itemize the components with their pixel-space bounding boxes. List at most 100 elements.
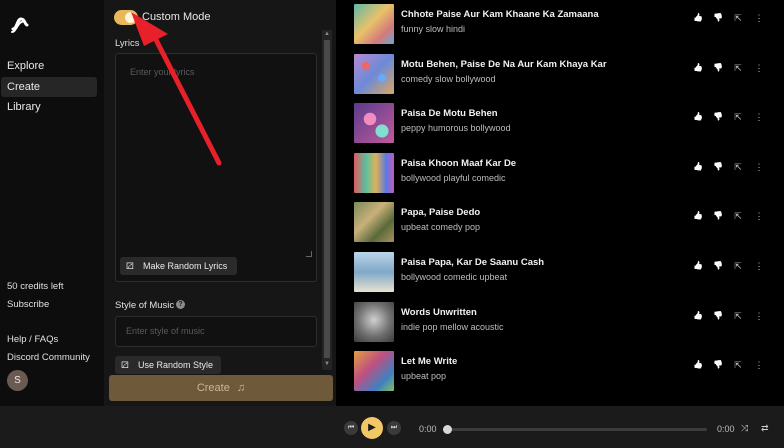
next-track-icon[interactable]: ⏭ [387, 421, 401, 435]
help-faqs-link[interactable]: Help / FAQs [7, 333, 58, 347]
song-title[interactable]: Paisa Khoon Maaf Kar De [401, 158, 516, 169]
song-title[interactable]: Chhote Paise Aur Kam Khaane Ka Zamaana [401, 9, 599, 20]
list-item[interactable]: Words Unwritten indie pop mellow acoustic… [354, 301, 784, 342]
subscribe-link[interactable]: Subscribe [7, 298, 49, 312]
list-item[interactable]: Chhote Paise Aur Kam Khaane Ka Zamaana fu… [354, 4, 784, 44]
list-item[interactable]: Let Me Write upbeat pop 👍 👎 ⇱ ⋮ [354, 351, 784, 392]
list-item[interactable]: Paisa Papa, Kar De Saanu Cash bollywood c… [354, 252, 784, 292]
more-icon[interactable]: ⋮ [753, 310, 765, 322]
thumbs-up-icon[interactable]: 👍 [692, 62, 704, 74]
lyrics-textarea[interactable]: Enter your lyrics [115, 53, 317, 282]
thumbs-down-icon[interactable]: 👎 [712, 359, 724, 371]
share-icon[interactable]: ⇱ [732, 62, 744, 74]
list-item[interactable]: Paisa Khoon Maaf Kar De bollywood playful… [354, 152, 784, 193]
song-title[interactable]: Paisa De Motu Behen [401, 108, 498, 119]
thumbs-down-icon[interactable]: 👎 [712, 12, 724, 24]
share-icon[interactable]: ⇱ [732, 359, 744, 371]
thumbs-down-icon[interactable]: 👎 [712, 260, 724, 272]
progress-knob[interactable] [443, 425, 452, 434]
thumbs-up-icon[interactable]: 👍 [692, 12, 704, 24]
more-icon[interactable]: ⋮ [753, 111, 765, 123]
thumbs-up-icon[interactable]: 👍 [692, 210, 704, 222]
thumbs-down-icon[interactable]: 👎 [712, 111, 724, 123]
shuffle-icon[interactable]: ⤨ [741, 423, 748, 434]
style-of-music-input[interactable]: Enter style of music [115, 316, 317, 347]
share-icon[interactable]: ⇱ [732, 210, 744, 222]
more-icon[interactable]: ⋮ [753, 161, 765, 173]
nav-item-library[interactable]: Library [1, 97, 97, 117]
repeat-icon[interactable]: ⇄ [761, 423, 769, 434]
style-of-music-label: Style of Music [115, 300, 175, 311]
more-icon[interactable]: ⋮ [753, 359, 765, 371]
previous-track-icon[interactable]: ⏮ [344, 421, 358, 435]
list-item[interactable]: Papa, Paise Dedo upbeat comedy pop 👍 👎 ⇱ ⋮ [354, 202, 784, 243]
song-cover-image[interactable] [354, 351, 394, 392]
more-icon[interactable]: ⋮ [753, 210, 765, 222]
song-title[interactable]: Let Me Write [401, 356, 457, 367]
song-cover-image[interactable] [354, 152, 394, 193]
thumbs-up-icon[interactable]: 👍 [692, 161, 704, 173]
thumbs-up-icon[interactable]: 👍 [692, 310, 704, 322]
share-icon[interactable]: ⇱ [732, 111, 744, 123]
nav-item-create[interactable]: Create [1, 77, 97, 97]
progress-bar[interactable] [447, 428, 707, 431]
song-tags: bollywood playful comedic [401, 172, 506, 183]
duration: 0:00 [717, 424, 735, 434]
song-title[interactable]: Words Unwritten [401, 307, 477, 318]
credits-remaining: 50 credits left [7, 281, 64, 292]
song-cover-image[interactable] [354, 103, 394, 144]
music-note-icon: ♫ [236, 382, 246, 394]
song-tags: funny slow hindi [401, 24, 466, 34]
share-icon[interactable]: ⇱ [732, 260, 744, 272]
use-random-style-label: Use Random Style [138, 360, 214, 370]
scroll-up-icon[interactable]: ▲ [324, 31, 330, 37]
thumbs-down-icon[interactable]: 👎 [712, 310, 724, 322]
thumbs-up-icon[interactable]: 👍 [692, 111, 704, 123]
play-button[interactable]: ▶ [361, 417, 383, 439]
create-button-label: Create [196, 382, 230, 394]
thumbs-down-icon[interactable]: 👎 [712, 210, 724, 222]
scroll-down-icon[interactable]: ▼ [324, 361, 330, 367]
song-cover-image[interactable] [354, 202, 394, 243]
thumbs-up-icon[interactable]: 👍 [692, 359, 704, 371]
share-icon[interactable]: ⇱ [732, 310, 744, 322]
app-logo-icon[interactable] [8, 12, 32, 36]
create-button[interactable]: Create ♫ [109, 375, 333, 401]
discord-community-link[interactable]: Discord Community [7, 351, 90, 365]
song-title[interactable]: Motu Behen, Paise De Na Aur Kam Khaya Ka… [401, 59, 607, 70]
share-icon[interactable]: ⇱ [732, 12, 744, 24]
song-cover-image[interactable] [354, 301, 394, 342]
song-tags: upbeat comedy pop [401, 222, 481, 233]
dice-icon: ⚂ [121, 360, 129, 370]
lyrics-label: Lyrics [115, 38, 140, 49]
more-icon[interactable]: ⋮ [753, 260, 765, 272]
more-icon[interactable]: ⋮ [753, 62, 765, 74]
avatar[interactable]: S [7, 370, 28, 391]
nav-item-explore[interactable]: Explore [1, 56, 97, 76]
thumbs-up-icon[interactable]: 👍 [692, 260, 704, 272]
help-icon[interactable]: ? [176, 300, 185, 309]
song-cover-image[interactable] [354, 53, 394, 94]
song-title[interactable]: Papa, Paise Dedo [401, 207, 480, 218]
song-cover-image[interactable] [354, 4, 394, 44]
song-tags: peppy humorous bollywood [401, 123, 511, 134]
resize-handle-icon[interactable] [306, 251, 312, 257]
thumbs-down-icon[interactable]: 👎 [712, 161, 724, 173]
make-random-lyrics-button[interactable]: ⚂ Make Random Lyrics [120, 257, 237, 275]
song-tags: upbeat pop [401, 371, 447, 382]
custom-mode-toggle[interactable] [114, 10, 138, 25]
list-item[interactable]: Motu Behen, Paise De Na Aur Kam Khaya Ka… [354, 53, 784, 94]
left-sidebar: Explore Create Library 50 credits left S… [0, 0, 104, 406]
share-icon[interactable]: ⇱ [732, 161, 744, 173]
more-icon[interactable]: ⋮ [753, 12, 765, 24]
list-item[interactable]: Paisa De Motu Behen peppy humorous bollyw… [354, 103, 784, 144]
song-tags: bollywood comedic upbeat [401, 272, 508, 282]
style-placeholder: Enter style of music [126, 326, 205, 336]
panel-scrollbar-thumb[interactable] [324, 40, 330, 358]
thumbs-down-icon[interactable]: 👎 [712, 62, 724, 74]
song-cover-image[interactable] [354, 252, 394, 292]
song-title[interactable]: Paisa Papa, Kar De Saanu Cash [401, 257, 544, 268]
make-random-lyrics-label: Make Random Lyrics [143, 261, 228, 271]
use-random-style-button[interactable]: ⚂ Use Random Style [115, 356, 221, 374]
song-tags: comedy slow bollywood [401, 73, 496, 84]
